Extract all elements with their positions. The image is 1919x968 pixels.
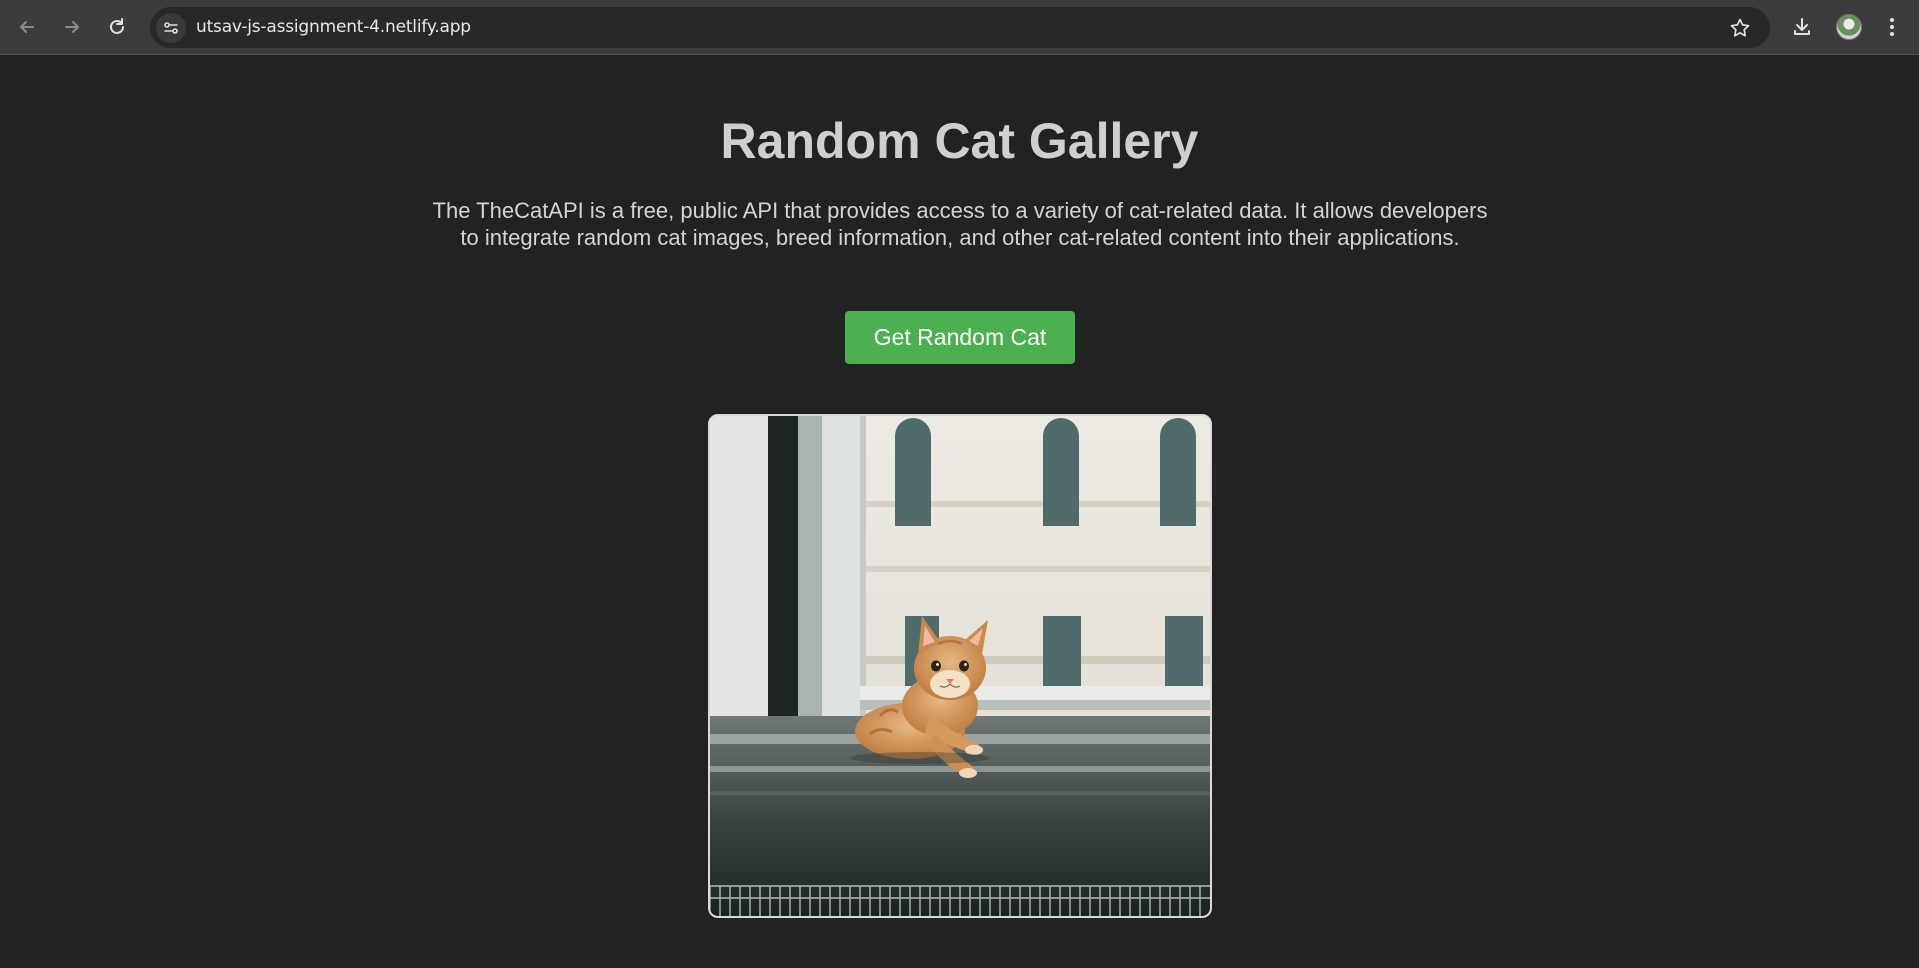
bookmark-star-button[interactable] xyxy=(1728,16,1752,40)
cat-photo xyxy=(710,416,1210,916)
forward-button[interactable] xyxy=(57,12,87,42)
url-text[interactable]: utsav-js-assignment-4.netlify.app xyxy=(196,7,471,48)
star-icon xyxy=(1730,18,1750,37)
site-info-button[interactable] xyxy=(156,13,186,43)
cat-image xyxy=(708,414,1212,918)
back-arrow-icon xyxy=(20,21,34,33)
address-bar[interactable]: utsav-js-assignment-4.netlify.app xyxy=(150,7,1770,48)
download-icon xyxy=(1794,18,1810,35)
forward-arrow-icon xyxy=(65,21,79,33)
site-info-icon xyxy=(164,22,178,34)
get-random-cat-button[interactable]: Get Random Cat xyxy=(845,311,1075,364)
more-menu-button[interactable] xyxy=(1877,12,1907,42)
browser-toolbar: utsav-js-assignment-4.netlify.app xyxy=(0,0,1919,55)
page-title: Random Cat Gallery xyxy=(720,113,1199,169)
reload-icon xyxy=(110,18,124,34)
more-menu-icon xyxy=(1890,18,1894,36)
profile-avatar[interactable] xyxy=(1836,14,1862,40)
reload-button[interactable] xyxy=(102,12,132,42)
downloads-button[interactable] xyxy=(1787,12,1817,42)
back-button[interactable] xyxy=(12,12,42,42)
page-description: The TheCatAPI is a free, public API that… xyxy=(432,198,1488,250)
page-content: Random Cat Gallery The TheCatAPI is a fr… xyxy=(0,56,1919,968)
